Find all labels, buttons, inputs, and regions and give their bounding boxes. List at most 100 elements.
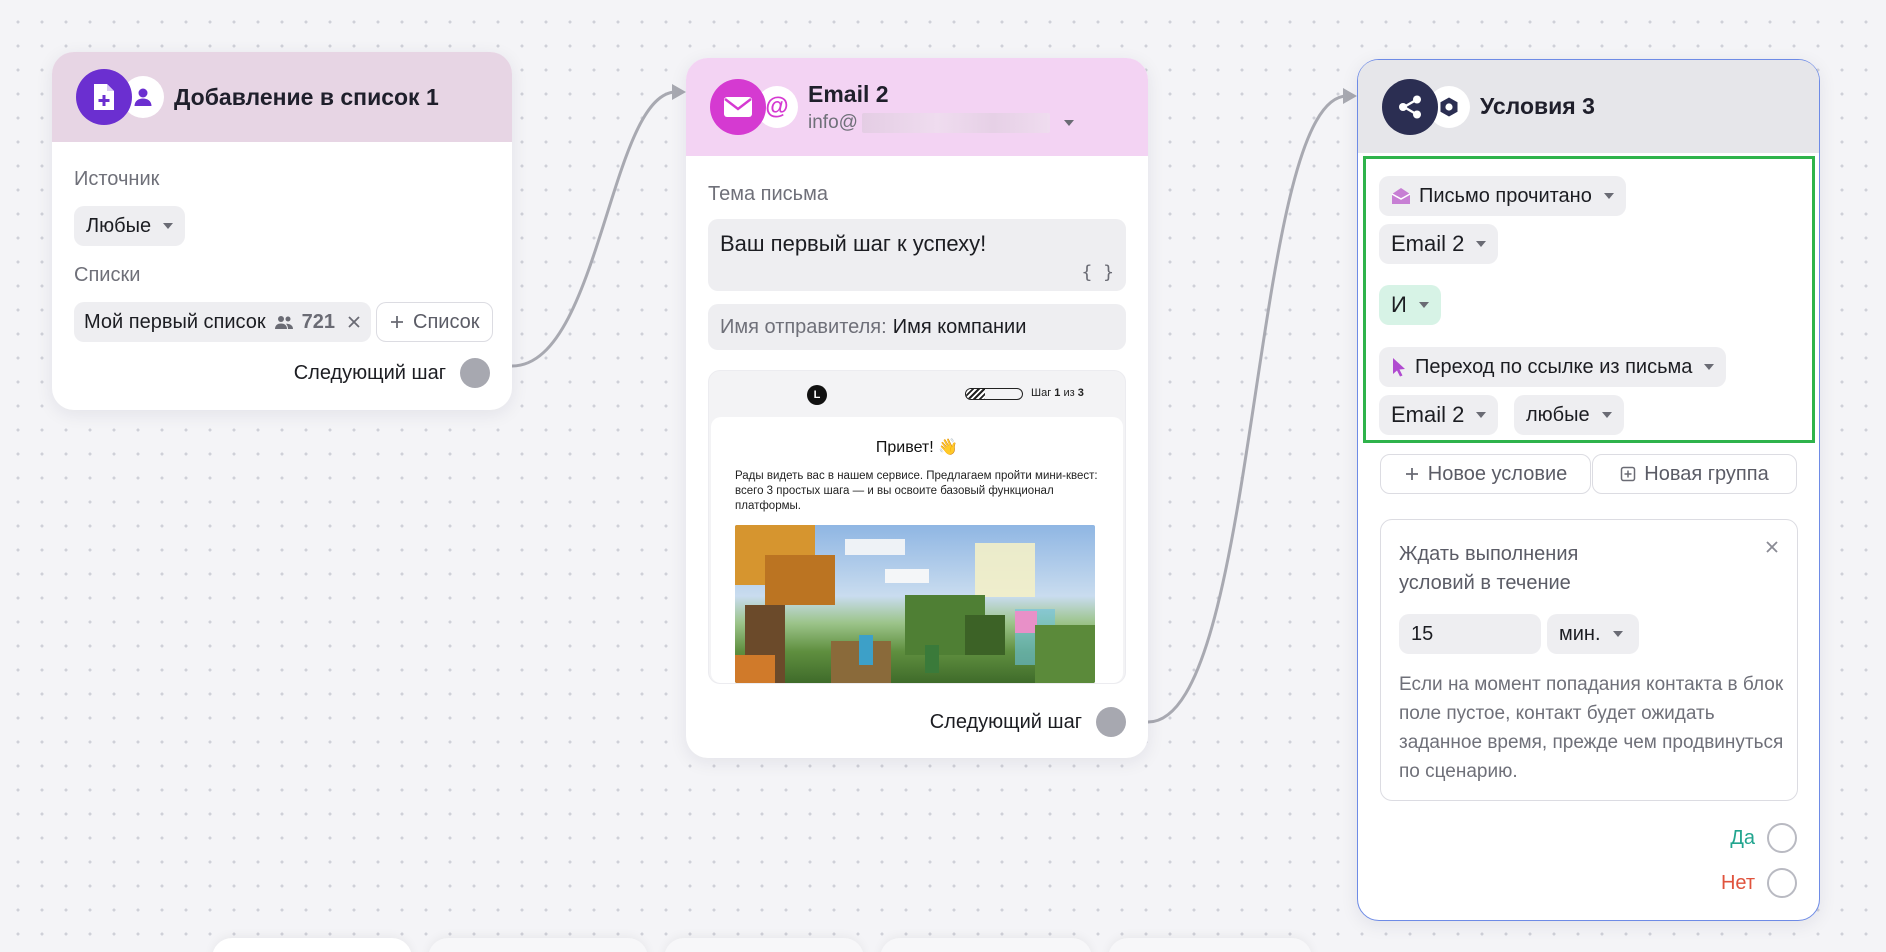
chevron-down-icon — [1704, 364, 1715, 370]
node-title: Email 2 — [808, 80, 889, 107]
condition-event-label: Письмо прочитано — [1419, 184, 1592, 207]
variables-icon[interactable]: { } — [1081, 262, 1114, 283]
plus-icon — [389, 314, 405, 330]
chevron-down-icon — [1601, 412, 1612, 418]
plus-icon — [1404, 466, 1420, 482]
bottom-toolbar-item[interactable] — [664, 938, 864, 952]
node-conditions[interactable]: Условия 3 Письмо прочитано Email 2 И Пер… — [1357, 59, 1820, 921]
condition-email-label: Email 2 — [1391, 231, 1465, 256]
envelope-icon — [710, 79, 766, 135]
list-count: 721 — [301, 310, 336, 333]
email-body-text: Рады видеть вас в нашем сервисе. Предлаг… — [735, 470, 1098, 512]
chevron-down-icon — [1063, 119, 1074, 126]
sender-name-value: Имя компании — [892, 315, 1027, 338]
subject-label: Тема письма — [708, 183, 828, 205]
bottom-toolbar-item[interactable] — [1108, 938, 1312, 952]
source-value: Любые — [86, 214, 152, 237]
edge-email-to-conditions — [1147, 94, 1348, 724]
edge-list-to-email — [511, 90, 677, 368]
condition-event-select[interactable]: Письмо прочитано — [1379, 176, 1626, 216]
chevron-down-icon — [1418, 302, 1429, 308]
condition-email-select[interactable]: Email 2 — [1379, 224, 1499, 264]
step-indicator: Шаг 1 из 3 — [1031, 387, 1084, 399]
node-add-to-list-header[interactable]: Добавление в список 1 — [52, 52, 512, 142]
sender-name-field[interactable]: Имя отправителя: Имя компании — [708, 304, 1126, 350]
close-icon[interactable] — [1765, 540, 1779, 554]
next-step-row: Следующий шаг — [930, 707, 1126, 737]
condition-event-select[interactable]: Переход по ссылке из письма — [1379, 347, 1727, 387]
sender-address-select[interactable]: info@ — [808, 112, 1074, 134]
source-label: Источник — [74, 168, 160, 190]
node-email[interactable]: @ Email 2 info@ Тема письма Ваш первый ш… — [686, 58, 1148, 758]
source-select[interactable]: Любые — [74, 206, 186, 246]
list-name: Мой первый список — [84, 310, 266, 333]
new-condition-button[interactable]: Новое условие — [1380, 454, 1591, 494]
bottom-toolbar-item[interactable] — [880, 938, 1092, 952]
condition-event-label: Переход по ссылке из письма — [1415, 355, 1693, 378]
wait-unit-select[interactable]: мин. — [1547, 614, 1639, 654]
next-step-row: Следующий шаг — [294, 358, 490, 388]
cursor-icon — [1391, 357, 1407, 377]
no-output-row: Нет — [1721, 868, 1797, 898]
close-icon[interactable] — [347, 315, 361, 329]
yes-output-port[interactable] — [1767, 823, 1797, 853]
node-add-to-list[interactable]: Добавление в список 1 Источник Любые Спи… — [52, 52, 512, 410]
chevron-down-icon — [1612, 631, 1623, 637]
subject-value: Ваш первый шаг к успеху! — [720, 231, 987, 256]
lists-label: Списки — [74, 264, 141, 286]
wait-value: 15 — [1411, 622, 1434, 645]
condition-link-select[interactable]: любые — [1514, 395, 1624, 435]
output-port[interactable] — [1096, 707, 1126, 737]
wait-value-input[interactable]: 15 — [1399, 614, 1541, 654]
node-title: Условия 3 — [1480, 93, 1595, 119]
conditions-group[interactable]: Письмо прочитано Email 2 И Переход по сс… — [1363, 156, 1815, 443]
email-greeting: Привет! 👋 — [875, 439, 959, 456]
chevron-down-icon — [1476, 241, 1487, 247]
new-group-button[interactable]: Новая группа — [1592, 454, 1797, 494]
yes-label: Да — [1730, 826, 1755, 849]
add-group-icon — [1620, 466, 1636, 482]
workflow-canvas[interactable]: Добавление в список 1 Источник Любые Спи… — [0, 0, 1886, 952]
edge-arrow-email — [672, 84, 686, 100]
no-output-port[interactable] — [1767, 868, 1797, 898]
node-conditions-header[interactable]: Условия 3 — [1358, 60, 1819, 153]
condition-link-label: любые — [1526, 403, 1590, 426]
no-label: Нет — [1720, 871, 1755, 894]
edge-arrow-conditions — [1343, 88, 1357, 104]
sender-name-label: Имя отправителя: — [720, 315, 887, 338]
brand-logo: L — [807, 385, 827, 405]
new-condition-label: Новое условие — [1427, 462, 1568, 485]
yes-output-row: Да — [1730, 823, 1797, 853]
operator-select[interactable]: И — [1379, 285, 1441, 325]
wait-hint: Если на момент попадания контакта в блок… — [1399, 674, 1784, 782]
email-preview[interactable]: L Шаг 1 из 3 Привет! 👋 Рады видеть вас в… — [708, 370, 1126, 684]
add-list-label: Список — [413, 310, 480, 333]
wait-unit: мин. — [1559, 622, 1601, 645]
share-nodes-icon — [1382, 78, 1438, 135]
chevron-down-icon — [1603, 193, 1614, 199]
bottom-toolbar-item[interactable] — [428, 938, 648, 952]
condition-email-select[interactable]: Email 2 — [1379, 395, 1499, 435]
add-list-button[interactable]: Список — [376, 302, 493, 342]
redacted-address — [861, 112, 1050, 133]
sender-address: info@ — [808, 111, 858, 133]
node-email-header[interactable]: @ Email 2 info@ — [686, 58, 1148, 156]
bottom-toolbar-item[interactable] — [212, 938, 412, 952]
next-step-label: Следующий шаг — [929, 710, 1082, 733]
output-port[interactable] — [460, 358, 490, 388]
add-file-icon — [76, 69, 132, 125]
new-group-label: Новая группа — [1644, 462, 1769, 485]
list-chip[interactable]: Мой первый список 721 — [74, 302, 372, 342]
node-title: Добавление в список 1 — [174, 83, 439, 110]
next-step-label: Следующий шаг — [293, 361, 446, 384]
chevron-down-icon — [163, 223, 174, 229]
condition-email-label: Email 2 — [1391, 402, 1465, 427]
envelope-open-icon — [1391, 187, 1411, 205]
operator-label: И — [1391, 292, 1407, 317]
subject-input[interactable]: Ваш первый шаг к успеху! { } — [708, 219, 1126, 291]
progress-bar — [965, 388, 1023, 400]
email-hero-image — [735, 525, 1095, 683]
wait-title: Ждать выполнения условий в течение — [1399, 543, 1579, 594]
email-body: Привет! 👋 Рады видеть вас в нашем сервис… — [711, 417, 1123, 683]
chevron-down-icon — [1476, 412, 1487, 418]
